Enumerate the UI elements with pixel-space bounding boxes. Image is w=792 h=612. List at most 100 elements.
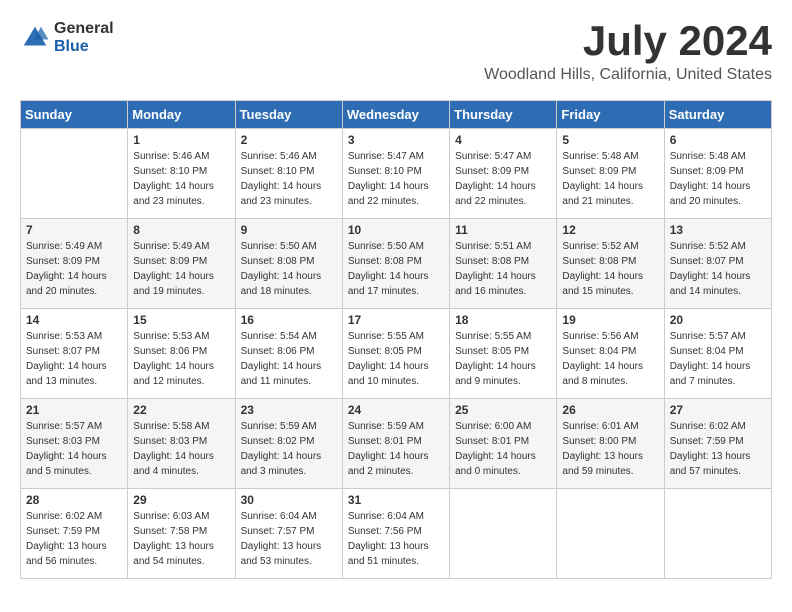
day-info: Sunrise: 5:52 AMSunset: 8:08 PMDaylight:… (562, 239, 658, 299)
day-cell (664, 489, 771, 579)
day-cell: 4 Sunrise: 5:47 AMSunset: 8:09 PMDaylight… (450, 129, 557, 219)
day-cell: 20 Sunrise: 5:57 AMSunset: 8:04 PMDayligh… (664, 309, 771, 399)
day-info: Sunrise: 5:50 AMSunset: 8:08 PMDaylight:… (241, 239, 337, 299)
day-number: 28 (26, 493, 122, 507)
day-number: 10 (348, 223, 444, 237)
day-info: Sunrise: 5:50 AMSunset: 8:08 PMDaylight:… (348, 239, 444, 299)
day-number: 7 (26, 223, 122, 237)
week-row: 7 Sunrise: 5:49 AMSunset: 8:09 PMDaylight… (21, 219, 772, 309)
month-title: July 2024 (484, 20, 772, 62)
logo-blue: Blue (54, 38, 114, 56)
day-info: Sunrise: 5:48 AMSunset: 8:09 PMDaylight:… (670, 149, 766, 209)
day-cell (557, 489, 664, 579)
day-number: 3 (348, 133, 444, 147)
header-cell: Thursday (450, 101, 557, 129)
logo-general: General (54, 20, 114, 38)
day-number: 2 (241, 133, 337, 147)
day-info: Sunrise: 5:58 AMSunset: 8:03 PMDaylight:… (133, 419, 229, 479)
day-cell: 11 Sunrise: 5:51 AMSunset: 8:08 PMDayligh… (450, 219, 557, 309)
day-cell: 18 Sunrise: 5:55 AMSunset: 8:05 PMDayligh… (450, 309, 557, 399)
day-info: Sunrise: 5:53 AMSunset: 8:07 PMDaylight:… (26, 329, 122, 389)
day-info: Sunrise: 5:51 AMSunset: 8:08 PMDaylight:… (455, 239, 551, 299)
day-cell: 2 Sunrise: 5:46 AMSunset: 8:10 PMDaylight… (235, 129, 342, 219)
day-info: Sunrise: 5:48 AMSunset: 8:09 PMDaylight:… (562, 149, 658, 209)
day-cell: 15 Sunrise: 5:53 AMSunset: 8:06 PMDayligh… (128, 309, 235, 399)
day-number: 14 (26, 313, 122, 327)
day-number: 4 (455, 133, 551, 147)
week-row: 21 Sunrise: 5:57 AMSunset: 8:03 PMDayligh… (21, 399, 772, 489)
header-row: SundayMondayTuesdayWednesdayThursdayFrid… (21, 101, 772, 129)
day-info: Sunrise: 5:57 AMSunset: 8:04 PMDaylight:… (670, 329, 766, 389)
title-area: July 2024 Woodland Hills, California, Un… (484, 20, 772, 84)
day-info: Sunrise: 5:46 AMSunset: 8:10 PMDaylight:… (133, 149, 229, 209)
day-info: Sunrise: 6:04 AMSunset: 7:56 PMDaylight:… (348, 509, 444, 569)
day-number: 9 (241, 223, 337, 237)
day-number: 30 (241, 493, 337, 507)
day-number: 20 (670, 313, 766, 327)
day-cell: 21 Sunrise: 5:57 AMSunset: 8:03 PMDayligh… (21, 399, 128, 489)
day-number: 27 (670, 403, 766, 417)
day-number: 18 (455, 313, 551, 327)
day-cell: 14 Sunrise: 5:53 AMSunset: 8:07 PMDayligh… (21, 309, 128, 399)
day-cell: 25Sunrise: 6:00 AMSunset: 8:01 PMDayligh… (450, 399, 557, 489)
day-number: 22 (133, 403, 229, 417)
week-row: 14 Sunrise: 5:53 AMSunset: 8:07 PMDayligh… (21, 309, 772, 399)
day-cell: 29Sunrise: 6:03 AMSunset: 7:58 PMDayligh… (128, 489, 235, 579)
day-number: 15 (133, 313, 229, 327)
day-cell: 19 Sunrise: 5:56 AMSunset: 8:04 PMDayligh… (557, 309, 664, 399)
day-info: Sunrise: 5:52 AMSunset: 8:07 PMDaylight:… (670, 239, 766, 299)
day-number: 19 (562, 313, 658, 327)
day-info: Sunrise: 6:02 AMSunset: 7:59 PMDaylight:… (670, 419, 766, 479)
location-title: Woodland Hills, California, United State… (484, 66, 772, 84)
week-row: 28 Sunrise: 6:02 AMSunset: 7:59 PMDayligh… (21, 489, 772, 579)
day-info: Sunrise: 5:49 AMSunset: 8:09 PMDaylight:… (26, 239, 122, 299)
day-info: Sunrise: 5:55 AMSunset: 8:05 PMDaylight:… (348, 329, 444, 389)
day-cell: 22 Sunrise: 5:58 AMSunset: 8:03 PMDayligh… (128, 399, 235, 489)
header-cell: Tuesday (235, 101, 342, 129)
header-cell: Wednesday (342, 101, 449, 129)
day-cell: 30Sunrise: 6:04 AMSunset: 7:57 PMDayligh… (235, 489, 342, 579)
day-info: Sunrise: 6:02 AMSunset: 7:59 PMDaylight:… (26, 509, 122, 569)
page-header: General Blue July 2024 Woodland Hills, C… (20, 20, 772, 84)
day-number: 23 (241, 403, 337, 417)
day-info: Sunrise: 5:49 AMSunset: 8:09 PMDaylight:… (133, 239, 229, 299)
day-number: 12 (562, 223, 658, 237)
day-number: 8 (133, 223, 229, 237)
day-number: 6 (670, 133, 766, 147)
day-cell (450, 489, 557, 579)
day-number: 16 (241, 313, 337, 327)
day-cell: 28 Sunrise: 6:02 AMSunset: 7:59 PMDayligh… (21, 489, 128, 579)
header-cell: Saturday (664, 101, 771, 129)
day-cell: 1 Sunrise: 5:46 AMSunset: 8:10 PMDaylight… (128, 129, 235, 219)
day-info: Sunrise: 5:46 AMSunset: 8:10 PMDaylight:… (241, 149, 337, 209)
day-info: Sunrise: 5:54 AMSunset: 8:06 PMDaylight:… (241, 329, 337, 389)
day-number: 1 (133, 133, 229, 147)
day-cell: 12 Sunrise: 5:52 AMSunset: 8:08 PMDayligh… (557, 219, 664, 309)
day-cell: 9 Sunrise: 5:50 AMSunset: 8:08 PMDaylight… (235, 219, 342, 309)
day-info: Sunrise: 5:56 AMSunset: 8:04 PMDaylight:… (562, 329, 658, 389)
day-cell: 17 Sunrise: 5:55 AMSunset: 8:05 PMDayligh… (342, 309, 449, 399)
day-number: 13 (670, 223, 766, 237)
logo-icon (20, 23, 50, 53)
day-info: Sunrise: 5:53 AMSunset: 8:06 PMDaylight:… (133, 329, 229, 389)
day-cell: 7 Sunrise: 5:49 AMSunset: 8:09 PMDaylight… (21, 219, 128, 309)
day-cell: 27 Sunrise: 6:02 AMSunset: 7:59 PMDayligh… (664, 399, 771, 489)
day-cell: 16 Sunrise: 5:54 AMSunset: 8:06 PMDayligh… (235, 309, 342, 399)
day-cell: 8 Sunrise: 5:49 AMSunset: 8:09 PMDaylight… (128, 219, 235, 309)
day-cell: 31 Sunrise: 6:04 AMSunset: 7:56 PMDayligh… (342, 489, 449, 579)
day-info: Sunrise: 5:57 AMSunset: 8:03 PMDaylight:… (26, 419, 122, 479)
day-info: Sunrise: 5:47 AMSunset: 8:09 PMDaylight:… (455, 149, 551, 209)
day-info: Sunrise: 6:01 AMSunset: 8:00 PMDaylight:… (562, 419, 658, 479)
day-number: 17 (348, 313, 444, 327)
logo-text: General Blue (54, 20, 114, 55)
calendar-table: SundayMondayTuesdayWednesdayThursdayFrid… (20, 100, 772, 579)
day-number: 24 (348, 403, 444, 417)
day-cell: 23Sunrise: 5:59 AMSunset: 8:02 PMDayligh… (235, 399, 342, 489)
day-number: 31 (348, 493, 444, 507)
day-cell (21, 129, 128, 219)
day-info: Sunrise: 5:55 AMSunset: 8:05 PMDaylight:… (455, 329, 551, 389)
day-number: 21 (26, 403, 122, 417)
day-number: 11 (455, 223, 551, 237)
header-cell: Friday (557, 101, 664, 129)
day-cell: 10 Sunrise: 5:50 AMSunset: 8:08 PMDayligh… (342, 219, 449, 309)
